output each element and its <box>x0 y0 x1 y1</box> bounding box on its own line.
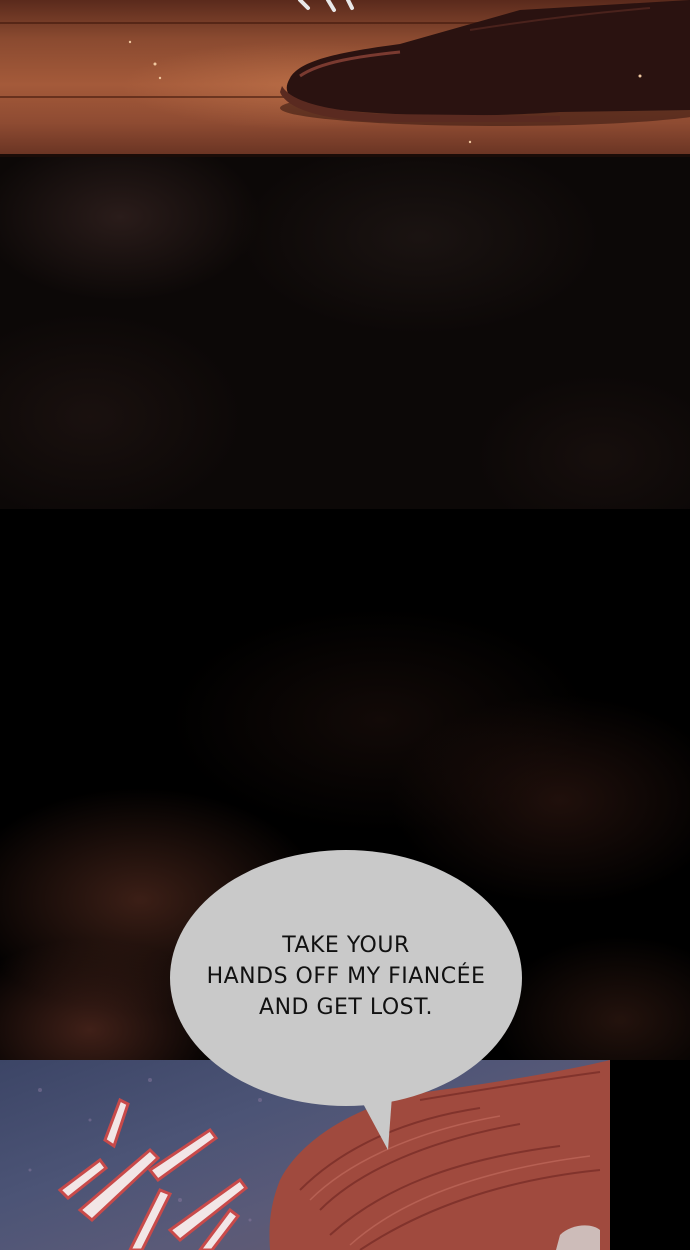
dark-panel <box>0 157 690 509</box>
speech-line: TAKE YOUR <box>282 933 410 958</box>
floor-panel <box>0 0 690 154</box>
comic-page: TAKE YOUR HANDS OFF MY FIANCÉE AND GET L… <box>0 0 690 1250</box>
speech-line: AND GET LOST. <box>259 995 433 1020</box>
speech-bubble-text: TAKE YOUR HANDS OFF MY FIANCÉE AND GET L… <box>170 930 522 1023</box>
bottom-right-gutter <box>610 1060 690 1250</box>
speech-line: HANDS OFF MY FIANCÉE <box>206 964 486 989</box>
shoe-illustration <box>128 0 690 144</box>
